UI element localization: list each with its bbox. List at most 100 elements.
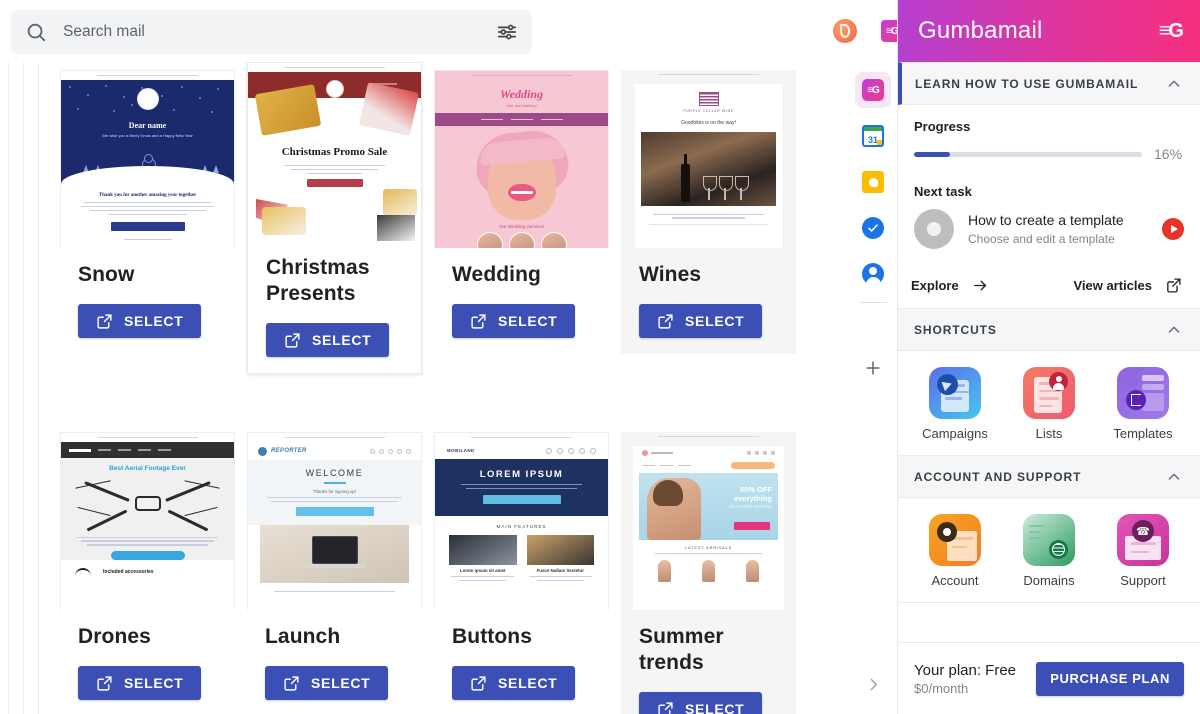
select-button[interactable]: SELECT — [266, 323, 390, 358]
template-card-christmas-presents[interactable]: Christmas Promo Sale Christmas Presents … — [247, 62, 422, 375]
task-title: How to create a template — [968, 212, 1124, 228]
select-button[interactable]: SELECT — [639, 692, 763, 714]
peach-addon-icon[interactable] — [832, 19, 857, 43]
snow-wish: We wish you a Merry Xmas and a Happy New… — [102, 133, 193, 138]
select-button-label: SELECT — [685, 313, 745, 330]
section-header-learn[interactable]: LEARN HOW TO USE GUMBAMAIL — [898, 62, 1200, 105]
template-title: Drones — [78, 625, 151, 648]
template-card-buttons[interactable]: MOBILAND LOREM IPSUM MAIN FEATURES Lorem… — [434, 432, 609, 714]
section-title-shortcuts: SHORTCUTS — [914, 322, 997, 337]
next-task-row[interactable]: How to create a template Choose and edit… — [914, 209, 1184, 249]
summer-latest: LATEST ARRIVALS — [684, 545, 733, 550]
addon-icon-rail: ≡G 31 — [845, 62, 900, 714]
shortcut-account[interactable]: Account — [908, 514, 1002, 588]
buttons-col1: Lorem Ipsum sit amet — [460, 568, 506, 574]
plan-info: Your plan: Free $0/month — [914, 662, 1016, 696]
template-card-wedding[interactable]: Wedding Hair and Makeup Our Wedding Serv… — [434, 70, 609, 355]
template-title: Wedding — [452, 263, 541, 286]
select-button-label: SELECT — [312, 332, 372, 349]
learn-section-body: Progress 16% Next task How to create a t… — [898, 105, 1200, 259]
template-card-drones[interactable]: Best Aerial Footage Ever Included access… — [60, 432, 235, 714]
shortcut-label: Templates — [1113, 426, 1173, 441]
launch-brand: REPORTER — [271, 448, 307, 454]
template-card-snow[interactable]: Dear name We wish you a Merry Xmas and a… — [60, 70, 235, 355]
support-icon: ☎ — [1117, 514, 1169, 566]
select-button[interactable]: SELECT — [265, 666, 389, 701]
summer-off2: everything — [734, 494, 772, 503]
panel-spacer — [898, 602, 1200, 642]
panel-header: Gumbamail ≡G — [898, 0, 1200, 62]
rail-item-keep[interactable] — [855, 164, 891, 200]
shortcut-label: Support — [1120, 573, 1166, 588]
select-button[interactable]: SELECT — [452, 304, 576, 339]
shortcuts-grid: Campaigns Lists Templates — [898, 351, 1200, 455]
shortcut-campaigns[interactable]: Campaigns — [908, 367, 1002, 441]
select-button[interactable]: SELECT — [452, 666, 576, 701]
template-title: Summer trends — [639, 625, 724, 675]
gmail-window: ≡G Gumbamail — [0, 0, 1200, 714]
drones-accessories: Included accessories — [103, 568, 154, 575]
select-button[interactable]: SELECT — [639, 304, 763, 339]
add-addon-button[interactable] — [855, 350, 891, 386]
template-thumbnail-launch: REPORTER WELCOME Thanks for signing up! — [247, 432, 422, 610]
wines-brand: PURPLE CELLAR WINE — [683, 109, 734, 113]
wedding-caption: Our Wedding Services — [499, 224, 544, 229]
snow-thanks: Thank you for another amazing year toget… — [98, 193, 197, 198]
expand-panel-button[interactable] — [855, 666, 891, 702]
rail-item-contacts[interactable] — [855, 256, 891, 292]
template-gallery: Dear name We wish you a Merry Xmas and a… — [40, 62, 845, 714]
learn-links-row: Explore View articles — [898, 259, 1200, 308]
shortcut-templates[interactable]: Templates — [1096, 367, 1190, 441]
progress-percent: 16% — [1154, 146, 1183, 162]
section-title-account-support: ACCOUNT AND SUPPORT — [914, 469, 1082, 484]
left-edge-line-2 — [23, 62, 24, 714]
panel-title: Gumbamail — [918, 17, 1043, 44]
templates-icon — [1117, 367, 1169, 419]
select-button[interactable]: SELECT — [78, 666, 202, 701]
phone-icon: ☎ — [1132, 520, 1154, 542]
play-video-button[interactable] — [1162, 218, 1184, 240]
shortcut-lists[interactable]: Lists — [1002, 367, 1096, 441]
select-button-label: SELECT — [498, 313, 558, 330]
buttons-features: MAIN FEATURES — [496, 524, 547, 530]
calendar-icon: 31 — [862, 125, 884, 147]
task-status-icon — [914, 209, 954, 249]
chevron-up-icon[interactable] — [1166, 322, 1182, 338]
task-text: How to create a template Choose and edit… — [968, 212, 1148, 246]
shortcut-label: Domains — [1023, 573, 1075, 588]
rail-item-tasks[interactable] — [855, 210, 891, 246]
chevron-up-icon[interactable] — [1166, 469, 1182, 485]
select-button[interactable]: SELECT — [78, 304, 202, 339]
search-bar[interactable] — [11, 10, 532, 54]
search-input[interactable] — [63, 23, 496, 41]
rail-item-gumbamail[interactable]: ≡G — [855, 72, 891, 108]
template-thumbnail-summer: 50% OFF everything PLUS FREE SHIPPING LA… — [621, 432, 796, 610]
shortcut-support[interactable]: ☎ Support — [1096, 514, 1190, 588]
section-header-account-support[interactable]: ACCOUNT AND SUPPORT — [898, 455, 1200, 498]
task-subtitle: Choose and edit a template — [968, 232, 1115, 246]
shortcut-label: Campaigns — [922, 426, 988, 441]
template-card-launch[interactable]: REPORTER WELCOME Thanks for signing up! — [247, 432, 422, 714]
template-card-wines[interactable]: PURPLE CELLAR WINE Goodbites is on the w… — [621, 70, 796, 355]
purchase-plan-button[interactable]: PURCHASE PLAN — [1036, 661, 1184, 696]
shortcut-domains[interactable]: Domains — [1002, 514, 1096, 588]
buttons-head: LOREM IPSUM — [479, 469, 564, 480]
buttons-brand: MOBILAND — [447, 448, 475, 453]
view-articles-link[interactable]: View articles — [1073, 277, 1182, 294]
progress-label: Progress — [914, 119, 971, 134]
template-card-summer-trends[interactable]: 50% OFF everything PLUS FREE SHIPPING LA… — [621, 432, 796, 714]
arrow-right-icon — [973, 280, 986, 291]
template-thumbnail-wedding: Wedding Hair and Makeup Our Wedding Serv… — [434, 70, 609, 248]
wedding-logo: Wedding — [499, 87, 544, 101]
progress-bar — [914, 151, 1142, 157]
explore-link[interactable]: Explore — [911, 277, 989, 294]
section-header-shortcuts[interactable]: SHORTCUTS — [898, 308, 1200, 351]
left-edge-line-3 — [38, 62, 39, 714]
contacts-icon — [862, 263, 884, 285]
select-button-label: SELECT — [124, 313, 184, 330]
rail-item-calendar[interactable]: 31 — [855, 118, 891, 154]
chevron-up-icon[interactable] — [1166, 76, 1182, 92]
template-title: Launch — [265, 625, 341, 648]
progress-bar-fill — [914, 151, 951, 157]
filter-options-icon[interactable] — [496, 21, 518, 43]
